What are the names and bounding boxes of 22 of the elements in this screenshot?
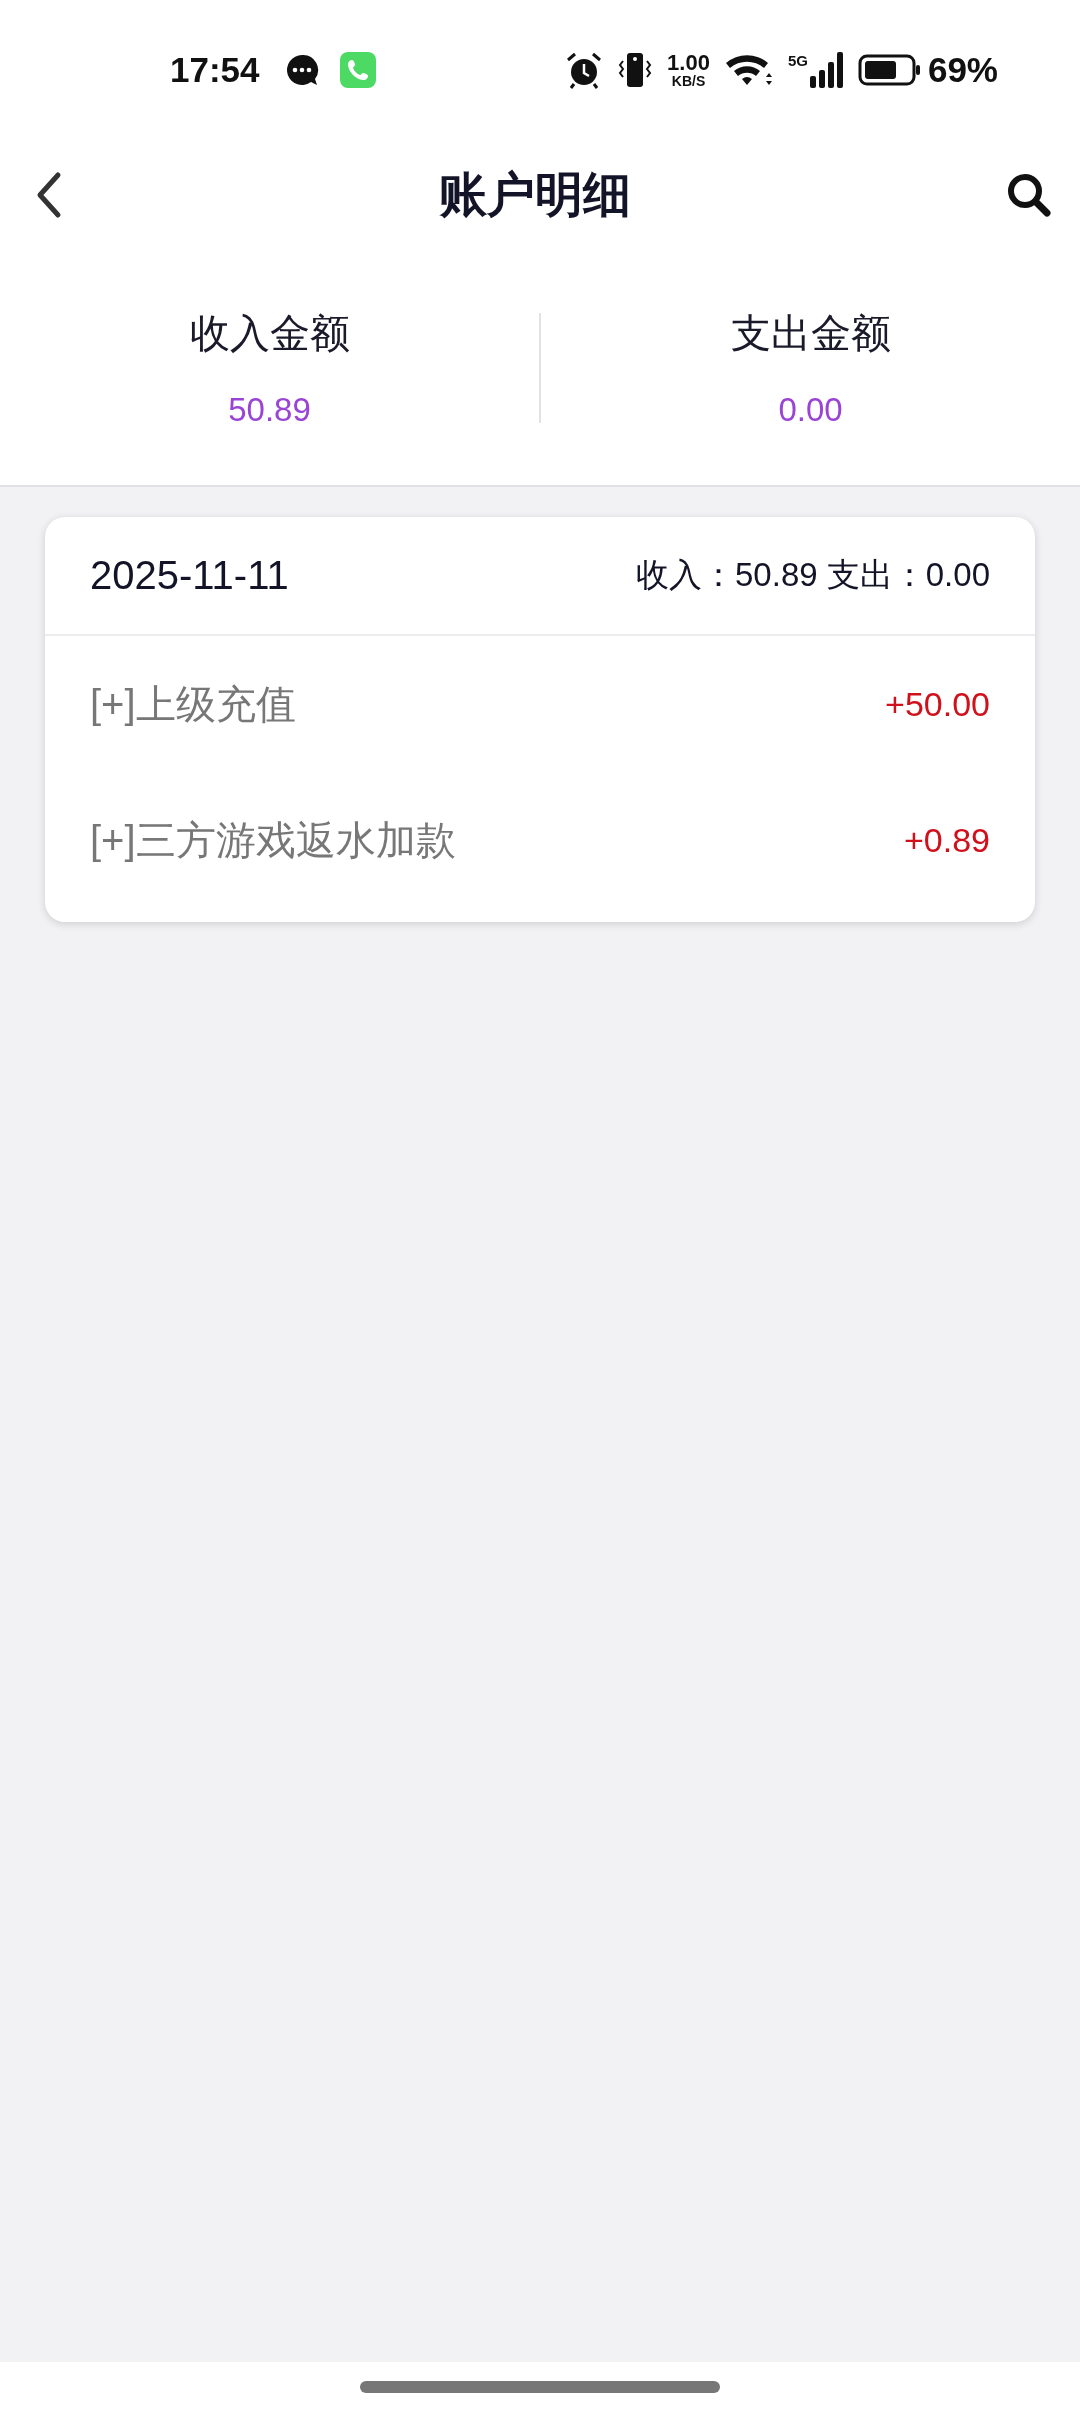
search-icon[interactable] (1006, 172, 1052, 218)
transaction-amount: +0.89 (903, 820, 990, 860)
day-totals: 收入：50.89 支出：0.00 (636, 555, 990, 595)
status-time: 17:54 (170, 50, 260, 90)
transaction-description: [+]三方游戏返水加款 (90, 816, 456, 864)
summary-label: 支出金额 (730, 310, 891, 357)
summary-amount: 50.89 (228, 391, 311, 429)
battery-percent: 69% (927, 50, 998, 90)
phone-icon (339, 52, 376, 88)
transaction-description: [+]上级充值 (90, 680, 296, 728)
network-speed-value: 1.00 (667, 52, 710, 74)
summary-amount: 0.00 (778, 391, 843, 429)
vibrate-icon (617, 51, 654, 89)
network-type-label: 5G (787, 52, 808, 69)
date-label: 2025-11-11 (90, 553, 289, 598)
battery-icon (857, 53, 922, 87)
transaction-amount: +50.00 (885, 684, 990, 724)
summary-label: 收入金额 (189, 310, 350, 357)
page-title: 账户明细 (439, 167, 631, 223)
network-speed-unit: KB/S (671, 74, 706, 88)
alarm-icon (565, 51, 604, 89)
signal-icon (809, 52, 844, 88)
